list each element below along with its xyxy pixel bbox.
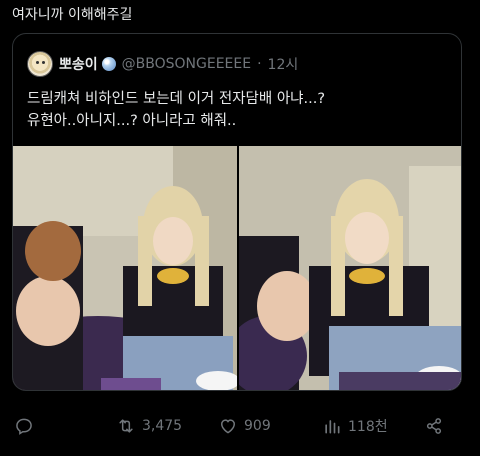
share-icon	[426, 418, 442, 434]
photo-left[interactable]	[13, 146, 237, 390]
quoted-timestamp[interactable]: 12시	[268, 54, 299, 74]
retweet-icon	[119, 419, 133, 433]
quoted-text-line-2: 유현아..아니지...? 아니라고 해줘..	[27, 113, 237, 129]
views-bar-chart-icon	[325, 420, 340, 434]
retweet-count: 3,475	[142, 418, 183, 434]
bubble-emoji-icon	[101, 57, 116, 71]
quoted-handle[interactable]: @BBOSONGEEEEE	[122, 56, 251, 72]
heart-icon	[221, 419, 235, 434]
quoted-tweet-header: 뽀송이 @BBOSONGEEEEE · 12시	[27, 50, 298, 78]
like-button[interactable]: 909	[218, 416, 271, 436]
photo-right[interactable]	[239, 146, 461, 390]
views-button[interactable]: 118천	[322, 416, 388, 436]
share-button[interactable]	[424, 416, 444, 436]
quoted-display-name[interactable]: 뽀송이	[59, 54, 98, 74]
quoted-text-line-1: 드림캐쳐 비하인드 보는데 이거 전자담배 아냐...?	[27, 91, 326, 107]
views-count: 118천	[348, 419, 388, 435]
quoted-tweet-text: 드림캐쳐 비하인드 보는데 이거 전자담배 아냐...? 유현아..아니지...…	[27, 88, 447, 132]
like-count: 909	[244, 418, 271, 434]
avatar[interactable]	[27, 51, 53, 77]
quoted-tweet-card[interactable]: 뽀송이 @BBOSONGEEEEE · 12시 드림캐쳐 비하인드 보는데 이거…	[12, 33, 462, 391]
action-bar: 3,475 909 118천	[0, 410, 480, 446]
reply-button[interactable]	[14, 416, 34, 436]
separator-dot: ·	[257, 56, 262, 72]
media-grid	[13, 146, 461, 390]
post-text: 여자니까 이해해주길	[12, 7, 133, 23]
retweet-button[interactable]: 3,475	[116, 416, 182, 436]
reply-icon	[16, 418, 32, 435]
